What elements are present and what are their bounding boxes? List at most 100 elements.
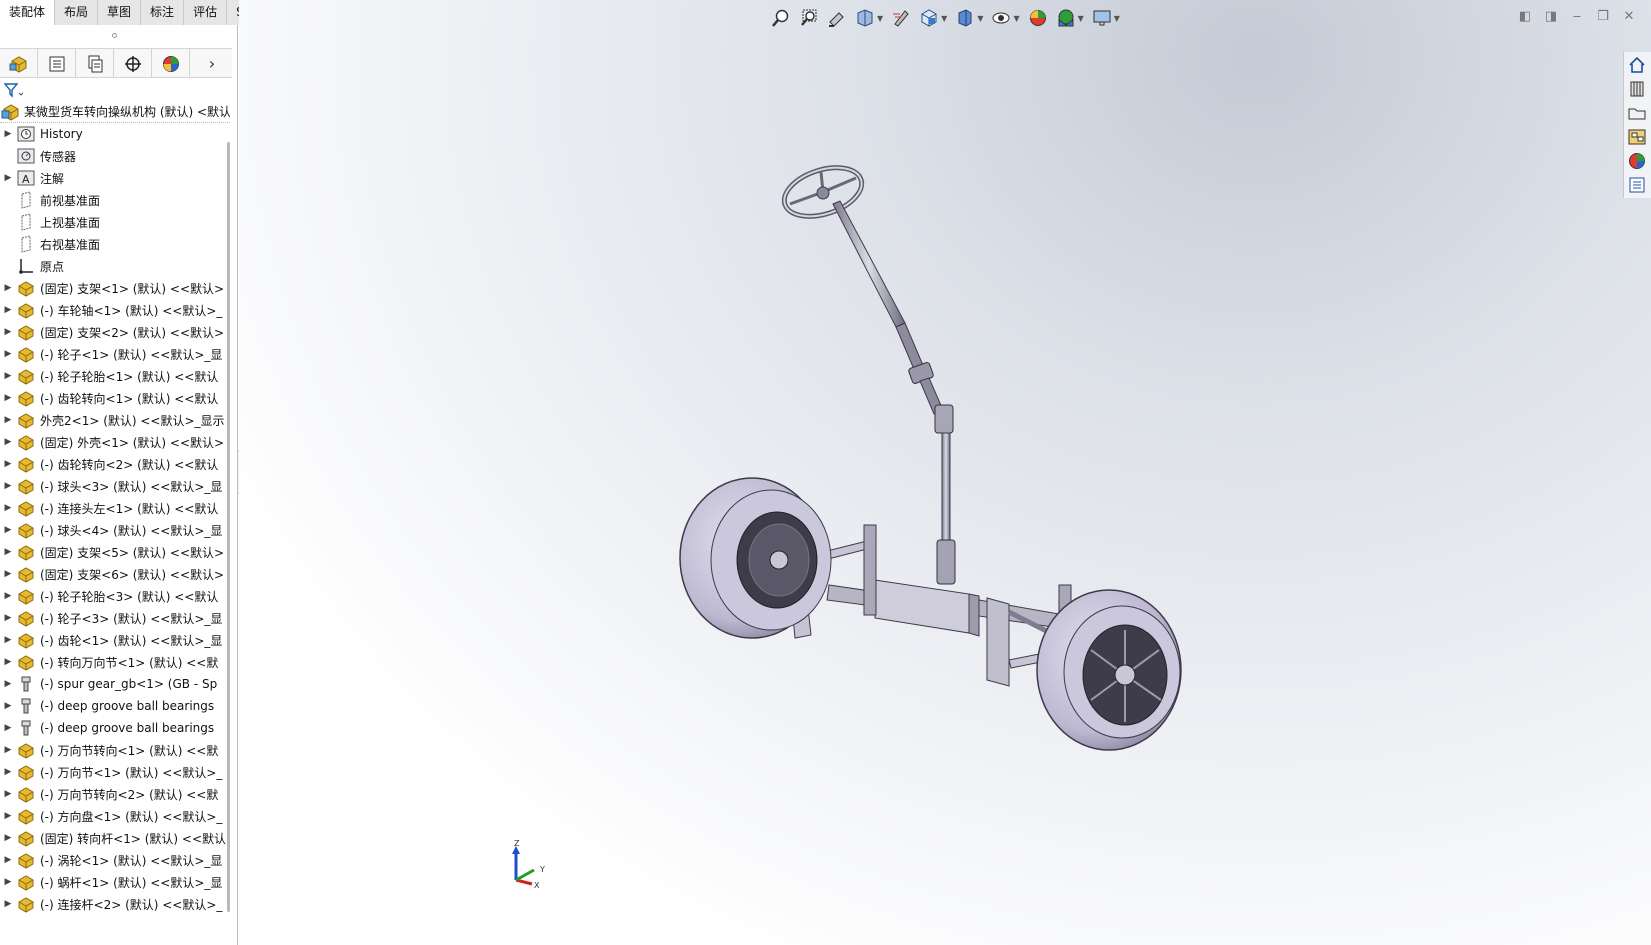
tree-item[interactable]: ▶ (-) 万向节转向<1> (默认) <<默	[0, 739, 230, 761]
expand-arrow-icon[interactable]: ▶	[0, 569, 16, 579]
part-icon	[16, 279, 36, 297]
dimxpert-icon[interactable]	[114, 49, 152, 78]
tree-item-label: (-) 轮子轮胎<3> (默认) <<默认	[40, 589, 219, 604]
tree-item-label: (-) 方向盘<1> (默认) <<默认>_	[40, 809, 223, 824]
tab-2[interactable]: 草图	[98, 0, 142, 25]
tree-item[interactable]: ▶ (-) 齿轮转向<1> (默认) <<默认	[0, 387, 230, 409]
steering-assembly-model[interactable]	[239, 0, 1651, 945]
expand-arrow-icon[interactable]: ▶	[0, 393, 16, 403]
expand-arrow-icon[interactable]: ▶	[0, 129, 16, 139]
configurationmanager-icon[interactable]	[76, 49, 114, 78]
tree-item[interactable]: 右视基准面	[0, 233, 230, 255]
tree-item[interactable]: ▶ (-) 轮子<1> (默认) <<默认>_显	[0, 343, 230, 365]
tree-item[interactable]: ▶ (-) 方向盘<1> (默认) <<默认>_	[0, 805, 230, 827]
expand-arrow-icon[interactable]: ▶	[0, 899, 16, 909]
expand-arrow-icon[interactable]: ▶	[0, 481, 16, 491]
display-manager-icon[interactable]	[152, 49, 190, 78]
expand-arrow-icon[interactable]: ▶	[0, 327, 16, 337]
steering-wheel[interactable]	[778, 159, 868, 226]
part-icon	[16, 631, 36, 649]
tree-item-label: (-) 涡轮<1> (默认) <<默认>_显	[40, 853, 223, 868]
tree-item[interactable]: 上视基准面	[0, 211, 230, 233]
more-tabs-chevron-icon[interactable]: ›	[192, 49, 232, 78]
tree-item[interactable]: ▶ (-) 齿轮转向<2> (默认) <<默认	[0, 453, 230, 475]
expand-arrow-icon[interactable]: ▶	[0, 679, 16, 689]
tree-item[interactable]: ▶ (固定) 转向杆<1> (默认) <<默认	[0, 827, 230, 849]
tree-item[interactable]: ▶ (固定) 支架<6> (默认) <<默认>	[0, 563, 230, 585]
tree-item[interactable]: ▶ (固定) 支架<2> (默认) <<默认>	[0, 321, 230, 343]
tree-item[interactable]: ▶ (-) 球头<3> (默认) <<默认>_显	[0, 475, 230, 497]
filter-icon[interactable]	[2, 81, 24, 99]
expand-arrow-icon[interactable]: ▶	[0, 459, 16, 469]
tree-item-label: (-) 蜗杆<1> (默认) <<默认>_显	[40, 875, 223, 890]
expand-arrow-icon[interactable]: ▶	[0, 767, 16, 777]
tree-item[interactable]: ▶ (-) 蜗杆<1> (默认) <<默认>_显	[0, 871, 230, 893]
expand-arrow-icon[interactable]: ▶	[0, 877, 16, 887]
expand-arrow-icon[interactable]: ▶	[0, 591, 16, 601]
tree-item[interactable]: 传感器	[0, 145, 230, 167]
tree-item[interactable]: ▶ (-) spur gear_gb<1> (GB - Sp	[0, 673, 230, 695]
tree-item[interactable]: ▶ (固定) 支架<5> (默认) <<默认>	[0, 541, 230, 563]
tree-item[interactable]: 前视基准面	[0, 189, 230, 211]
expand-arrow-icon[interactable]: ▶	[0, 173, 16, 183]
tree-item[interactable]: ▶ History	[0, 123, 230, 145]
wheel-right[interactable]	[1036, 589, 1182, 751]
expand-arrow-icon[interactable]: ▶	[0, 833, 16, 843]
tab-1[interactable]: 布局	[55, 0, 99, 25]
tree-item[interactable]: ▶ A 注解	[0, 167, 230, 189]
expand-arrow-icon[interactable]: ▶	[0, 415, 16, 425]
tree-item[interactable]: ▶ (-) deep groove ball bearings	[0, 717, 230, 739]
wheel-left[interactable]	[679, 477, 832, 639]
part-icon	[16, 499, 36, 517]
tree-vertical-scrollbar[interactable]	[227, 142, 230, 912]
tree-item[interactable]: ▶ (-) 轮子轮胎<1> (默认) <<默认	[0, 365, 230, 387]
tree-item[interactable]: ▶ (-) 万向节<1> (默认) <<默认>_	[0, 761, 230, 783]
expand-arrow-icon[interactable]: ▶	[0, 745, 16, 755]
expand-arrow-icon[interactable]: ▶	[0, 723, 16, 733]
expand-arrow-icon[interactable]: ▶	[0, 371, 16, 381]
propertymanager-icon[interactable]	[38, 49, 76, 78]
tree-item[interactable]: ▶ (-) 轮子轮胎<3> (默认) <<默认	[0, 585, 230, 607]
tree-item[interactable]: ▶ 外壳2<1> (默认) <<默认>_显示	[0, 409, 230, 431]
steering-column[interactable]	[832, 200, 956, 585]
tree-item[interactable]: ▶ (-) 连接头左<1> (默认) <<默认	[0, 497, 230, 519]
tree-item[interactable]: ▶ (-) 万向节转向<2> (默认) <<默	[0, 783, 230, 805]
tree-item[interactable]: ▶ (固定) 支架<1> (默认) <<默认>	[0, 277, 230, 299]
expand-arrow-icon[interactable]: ▶	[0, 789, 16, 799]
tree-item[interactable]: ▶ (-) 连接杆<2> (默认) <<默认>_	[0, 893, 230, 915]
tree-filter[interactable]	[2, 79, 24, 101]
expand-arrow-icon[interactable]: ▶	[0, 437, 16, 447]
tree-item[interactable]: ▶ (-) 轮子<3> (默认) <<默认>_显	[0, 607, 230, 629]
coordinate-triad: Z Y X	[512, 840, 545, 890]
expand-arrow-icon[interactable]: ▶	[0, 701, 16, 711]
tree-item[interactable]: ▶ (-) deep groove ball bearings	[0, 695, 230, 717]
expand-arrow-icon[interactable]: ▶	[0, 547, 16, 557]
tree-root-assembly[interactable]: 某微型货车转向操纵机构 (默认) <默认	[0, 101, 230, 123]
graphics-viewport[interactable]: ▼ ▼ ▼ ▼ ▼ ▼ ◧ ◨ ‒ ❐ ✕ Z Y X	[239, 0, 1651, 945]
tree-item[interactable]: ▶ (-) 转向万向节<1> (默认) <<默	[0, 651, 230, 673]
tree-item[interactable]: 原点	[0, 255, 230, 277]
tree-item[interactable]: ▶ (固定) 外壳<1> (默认) <<默认>	[0, 431, 230, 453]
featuremanager-icon[interactable]	[0, 49, 38, 78]
expand-arrow-icon[interactable]: ▶	[0, 525, 16, 535]
tree-item[interactable]: ▶ (-) 球头<4> (默认) <<默认>_显	[0, 519, 230, 541]
tab-3[interactable]: 标注	[141, 0, 185, 25]
tree-item[interactable]: ▶ (-) 齿轮<1> (默认) <<默认>_显	[0, 629, 230, 651]
expand-arrow-icon[interactable]: ▶	[0, 855, 16, 865]
expand-arrow-icon[interactable]: ▶	[0, 811, 16, 821]
tree-item[interactable]: ▶ (-) 车轮轴<1> (默认) <<默认>_	[0, 299, 230, 321]
tab-4[interactable]: 评估	[184, 0, 228, 25]
expand-arrow-icon[interactable]: ▶	[0, 613, 16, 623]
expand-arrow-icon[interactable]: ▶	[0, 503, 16, 513]
part-icon	[16, 653, 36, 671]
panel-drag-handle[interactable]	[112, 33, 117, 38]
tree-item[interactable]: ▶ (-) 涡轮<1> (默认) <<默认>_显	[0, 849, 230, 871]
expand-arrow-icon[interactable]: ▶	[0, 305, 16, 315]
expand-arrow-icon[interactable]: ▶	[0, 657, 16, 667]
tab-0[interactable]: 装配体	[0, 0, 56, 25]
expand-arrow-icon[interactable]: ▶	[0, 635, 16, 645]
expand-arrow-icon[interactable]: ▶	[0, 283, 16, 293]
tree-item-label: (-) 万向节<1> (默认) <<默认>_	[40, 765, 223, 780]
expand-arrow-icon[interactable]: ▶	[0, 349, 16, 359]
toolbox-part-icon	[16, 675, 36, 693]
